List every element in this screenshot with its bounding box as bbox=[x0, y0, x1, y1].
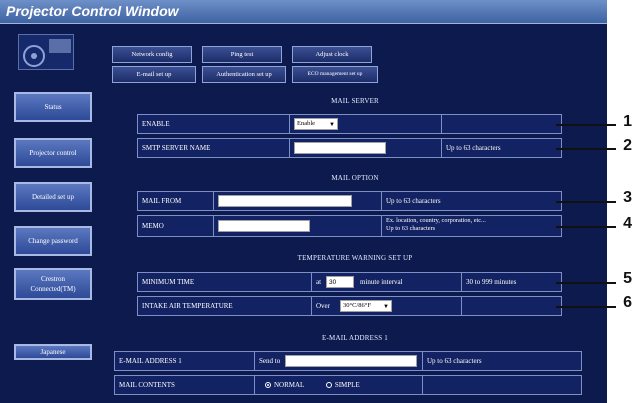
enable-cell: Enable ▼ bbox=[290, 115, 442, 133]
memo-cell bbox=[214, 216, 382, 236]
chevron-down-icon: ▼ bbox=[383, 304, 389, 310]
memo-hint: Ex. location, country, corporation, etc.… bbox=[382, 216, 561, 236]
mail-contents-cell: NORMAL SIMPLE bbox=[255, 376, 423, 394]
smtp-server-input[interactable] bbox=[294, 142, 386, 154]
tab-authentication-set-up[interactable]: Authentication set up bbox=[202, 66, 286, 83]
callout-line-6 bbox=[556, 306, 616, 308]
mail-from-cell bbox=[214, 192, 382, 210]
memo-hint-line-2: Up to 63 characters bbox=[386, 225, 436, 232]
projector-logo-icon bbox=[18, 34, 74, 70]
title-bar: Projector Control Window bbox=[0, 0, 607, 24]
mail-contents-row: MAIL CONTENTS NORMAL SIMPLE bbox=[114, 375, 582, 395]
memo-hint-line-1: Ex. location, country, corporation, etc.… bbox=[386, 217, 486, 224]
enable-select[interactable]: Enable ▼ bbox=[294, 118, 338, 130]
memo-input[interactable] bbox=[218, 220, 310, 232]
email-address-1-title: E-MAIL ADDRESS 1 bbox=[322, 334, 388, 342]
tab-ping-test[interactable]: Ping test bbox=[202, 46, 282, 63]
mail-from-label: MAIL FROM bbox=[138, 192, 214, 210]
mail-from-hint: Up to 63 characters bbox=[386, 197, 441, 205]
enable-empty-cell bbox=[442, 115, 561, 133]
memo-row: MEMO Ex. location, country, corporation,… bbox=[137, 215, 562, 237]
tab-email-set-up[interactable]: E-mail set up bbox=[112, 66, 196, 83]
email-address-cell: Send to bbox=[255, 352, 423, 370]
sidebar-item-detailed-set-up[interactable]: Detailed set up bbox=[14, 182, 92, 212]
smtp-label: SMTP SERVER NAME bbox=[138, 139, 290, 157]
radio-selected-icon bbox=[265, 382, 271, 389]
email-address-hint: Up to 63 characters bbox=[427, 357, 482, 365]
at-label: at bbox=[316, 278, 322, 286]
email-address-input[interactable] bbox=[285, 355, 417, 367]
smtp-hint: Up to 63 characters bbox=[446, 144, 501, 152]
intake-air-label: INTAKE AIR TEMPERATURE bbox=[138, 297, 312, 315]
callout-line-2 bbox=[556, 148, 616, 150]
simple-radio[interactable]: SIMPLE bbox=[325, 381, 360, 389]
memo-label: MEMO bbox=[138, 216, 214, 236]
tab-eco-management-set-up[interactable]: ECO management set up bbox=[292, 66, 378, 83]
callout-number-2: 2 bbox=[623, 137, 632, 154]
minimum-time-row: MINIMUM TIME at minute interval 30 to 99… bbox=[137, 272, 562, 292]
chevron-down-icon: ▼ bbox=[329, 122, 335, 128]
radio-unselected-icon bbox=[325, 382, 332, 389]
projector-control-window: Projector Control Window Status Projecto… bbox=[0, 0, 607, 403]
send-to-label: Send to bbox=[259, 357, 281, 365]
email-address-row: E-MAIL ADDRESS 1 Send to Up to 63 charac… bbox=[114, 351, 582, 371]
sidebar-item-status[interactable]: Status bbox=[14, 92, 92, 122]
callout-number-5: 5 bbox=[623, 270, 632, 287]
temperature-warning-title: TEMPERATURE WARNING SET UP bbox=[297, 254, 413, 262]
over-label: Over bbox=[316, 302, 330, 310]
sidebar-item-change-password[interactable]: Change password bbox=[14, 226, 92, 256]
smtp-cell bbox=[290, 139, 442, 157]
mail-option-title: MAIL OPTION bbox=[331, 174, 379, 182]
callout-number-3: 3 bbox=[623, 189, 632, 206]
mail-server-title: MAIL SERVER bbox=[331, 97, 379, 105]
intake-air-empty-cell bbox=[462, 297, 561, 315]
callout-number-6: 6 bbox=[623, 294, 632, 311]
minimum-time-hint: 30 to 999 minutes bbox=[466, 278, 517, 286]
callout-line-4 bbox=[556, 226, 616, 228]
mail-from-row: MAIL FROM Up to 63 characters bbox=[137, 191, 562, 211]
normal-radio[interactable]: NORMAL bbox=[265, 381, 304, 389]
callout-line-1 bbox=[556, 124, 616, 126]
sidebar-item-crestron-connected[interactable]: Crestron Connected(TM) bbox=[14, 268, 92, 300]
minimum-time-input[interactable] bbox=[326, 276, 354, 288]
mail-from-input[interactable] bbox=[218, 195, 352, 207]
callout-line-3 bbox=[556, 201, 616, 203]
enable-row: ENABLE Enable ▼ bbox=[137, 114, 562, 134]
smtp-row: SMTP SERVER NAME Up to 63 characters bbox=[137, 138, 562, 158]
mail-contents-empty-cell bbox=[423, 376, 581, 394]
intake-air-select[interactable]: 30°C/86°F ▼ bbox=[340, 300, 392, 312]
minute-interval-label: minute interval bbox=[360, 278, 403, 286]
enable-label: ENABLE bbox=[138, 115, 290, 133]
intake-air-row: INTAKE AIR TEMPERATURE Over 30°C/86°F ▼ bbox=[137, 296, 562, 316]
tab-network-config[interactable]: Network config bbox=[112, 46, 192, 63]
sidebar-item-japanese[interactable]: Japanese bbox=[14, 344, 92, 360]
tab-adjust-clock[interactable]: Adjust clock bbox=[292, 46, 372, 63]
callout-number-4: 4 bbox=[623, 215, 632, 232]
window-title: Projector Control Window bbox=[6, 3, 179, 19]
intake-air-cell: Over 30°C/86°F ▼ bbox=[312, 297, 462, 315]
sidebar-item-projector-control[interactable]: Projector control bbox=[14, 138, 92, 168]
minimum-time-label: MINIMUM TIME bbox=[138, 273, 312, 291]
email-address-label: E-MAIL ADDRESS 1 bbox=[115, 352, 255, 370]
callout-number-1: 1 bbox=[623, 113, 632, 130]
mail-contents-label: MAIL CONTENTS bbox=[115, 376, 255, 394]
minimum-time-cell: at minute interval bbox=[312, 273, 462, 291]
callout-line-5 bbox=[556, 282, 616, 284]
